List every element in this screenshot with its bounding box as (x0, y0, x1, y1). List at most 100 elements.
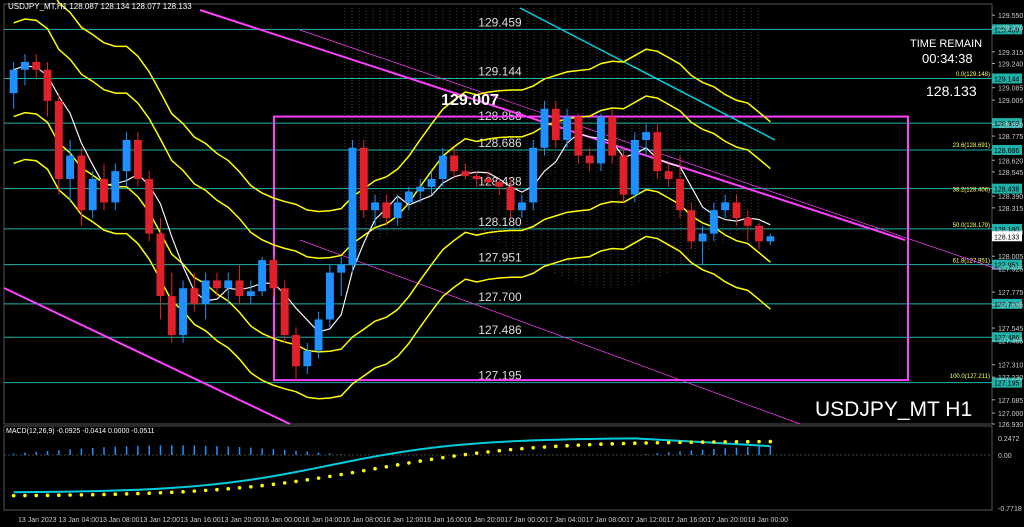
level-label: 127.486 (478, 323, 522, 337)
x-tick-label: 17 Jan 00:00 (504, 517, 545, 524)
macd-signal-dot (576, 443, 581, 447)
trendline-lower (3, 287, 291, 425)
candle-body (709, 210, 718, 234)
candle-body (201, 280, 210, 304)
macd-signal-dot (678, 440, 682, 445)
macd-signal-dot (599, 442, 603, 447)
candle-body (755, 225, 764, 242)
macd-y-tick: 0.2472 (998, 436, 1020, 443)
macd-signal-dot (463, 452, 468, 457)
candle-body (529, 147, 538, 203)
macd-signal-dot (11, 493, 16, 498)
y-tick-label: 126.930 (998, 422, 1023, 429)
y-tick-label: 128.775 (998, 134, 1023, 141)
macd-signal-dot (587, 442, 592, 447)
x-tick-label: 16 Jan 00:00 (261, 517, 302, 524)
x-tick-label: 16 Jan 08:00 (342, 517, 383, 524)
macd-signal-dot (745, 439, 750, 444)
macd-signal-dot (136, 491, 140, 496)
macd-signal-dot (734, 440, 739, 444)
y-tick-label: 129.470 (998, 26, 1023, 33)
macd-signal-dot (757, 439, 761, 444)
symbol-label: USDJPY_MT H1 (815, 398, 973, 421)
macd-signal-dot (441, 455, 445, 460)
macd-signal-dot (373, 466, 377, 471)
candle-body (348, 147, 357, 265)
candle-body (404, 191, 413, 203)
level-label: 129.144 (478, 64, 522, 78)
macd-signal-dot (34, 493, 39, 498)
candle-body (450, 155, 459, 172)
candle-body (732, 202, 741, 218)
macd-signal-dot (124, 492, 129, 496)
candle-body (574, 116, 583, 156)
candle-body (472, 175, 481, 179)
macd-signal-dot (57, 493, 61, 498)
macd-signal-dot (169, 490, 174, 495)
x-tick-label: 13 Jan 16:00 (180, 517, 221, 524)
x-tick-label: 17 Jan 16:00 (667, 517, 708, 524)
candle-body (664, 171, 673, 179)
macd-signal-dot (23, 493, 27, 498)
macd-signal-dot (768, 439, 773, 444)
candle-body (167, 296, 176, 336)
macd-signal-dot (508, 447, 513, 452)
y-tick-label: 127.925 (998, 267, 1023, 274)
macd-signal-dot (79, 493, 84, 497)
candle-body (766, 236, 775, 242)
x-tick-label: 16 Jan 04:00 (302, 517, 343, 524)
candle-body (596, 116, 605, 164)
macd-frame (3, 425, 993, 511)
candle-body (122, 139, 131, 172)
y-tick-label: 127.465 (998, 339, 1023, 346)
candle-body (88, 178, 97, 211)
y-tick-label: 127.000 (998, 411, 1023, 418)
y-tick-label: 127.545 (998, 326, 1023, 333)
macd-signal-dot (328, 474, 332, 479)
macd-signal-dot (158, 490, 163, 495)
macd-signal-dot (282, 481, 287, 485)
macd-signal-dot (633, 441, 637, 446)
macd-signal-dot (621, 441, 626, 446)
macd-signal-dot (294, 479, 298, 484)
candle-body (66, 155, 75, 179)
macd-signal-dot (90, 492, 95, 497)
fibo-label: 100.0(127.211) (950, 374, 990, 380)
candle-body (630, 139, 639, 195)
macd-signal-dot (553, 444, 558, 449)
x-tick-label: 16 Jan 12:00 (383, 517, 424, 524)
macd-signal-dot (712, 440, 716, 444)
candle-body (495, 182, 504, 187)
macd-signal-dot (429, 457, 434, 462)
y-tick-label: 129.005 (998, 98, 1023, 105)
macd-signal-dot (316, 476, 321, 480)
time-remain-value: 00:34:38 (922, 51, 973, 66)
fibo-label: 61.8(127.951) (953, 259, 990, 265)
chart-header: USDJPY_MT,H1 128.087 128.134 128.077 128… (8, 2, 192, 11)
y-tick-label: 128.315 (998, 206, 1023, 213)
y-tick-label: 129.315 (998, 50, 1023, 57)
macd-signal-dot (474, 451, 479, 455)
candle-body (269, 260, 278, 289)
candle-body (224, 280, 233, 289)
candle-body (179, 288, 188, 336)
candle-body (246, 291, 255, 297)
y-tick-label: 127.775 (998, 290, 1023, 297)
y-tick-label: 127.310 (998, 363, 1023, 370)
y-tick-label: 129.240 (998, 62, 1023, 69)
macd-signal-dot (666, 440, 671, 445)
macd-signal-dot (542, 445, 547, 449)
candle-body (43, 69, 52, 101)
level-label: 127.951 (478, 251, 522, 265)
level-label: 127.700 (478, 290, 522, 304)
macd-signal-dot (723, 440, 727, 444)
trendline-thin2 (299, 239, 801, 425)
x-tick-label: 13 Jan 20:00 (221, 517, 262, 524)
candle-body (608, 116, 617, 156)
band-outer-lower (13, 158, 771, 400)
candle-body (698, 233, 707, 242)
macd-signal-dot (520, 446, 524, 451)
y-tick-label: 127.695 (998, 303, 1023, 310)
macd-signal-dot (610, 442, 615, 446)
macd-y-tick: -0.7718 (998, 506, 1022, 513)
